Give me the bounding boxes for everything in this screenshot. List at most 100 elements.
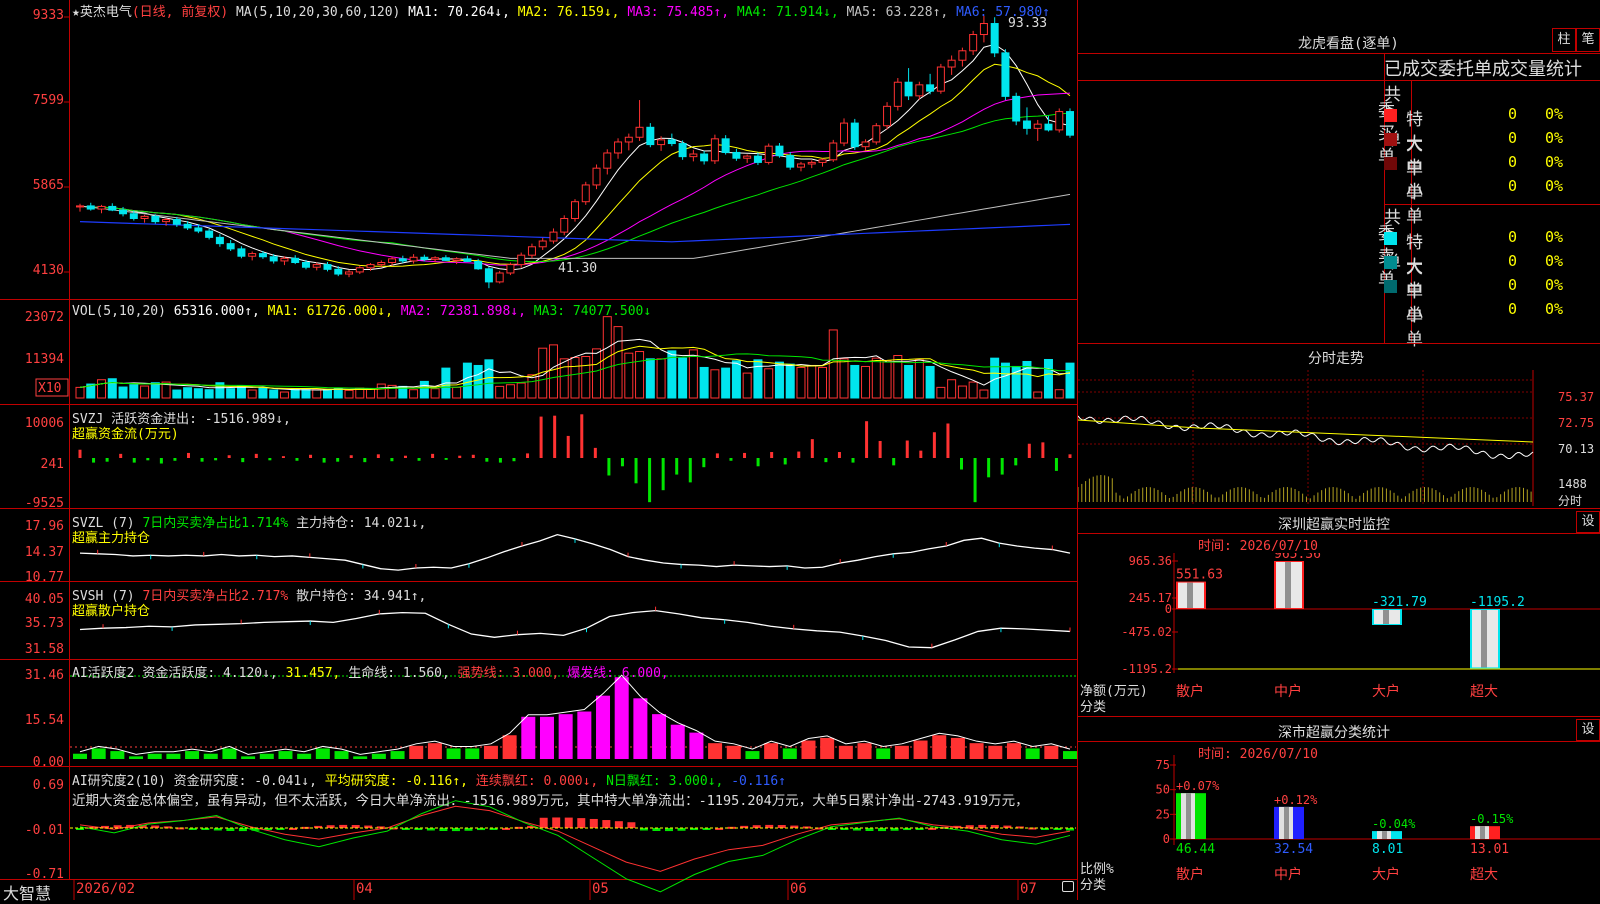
- svzj-bar: [973, 458, 977, 503]
- lhb-color-swatch: [1384, 157, 1397, 170]
- svzj-bar: [566, 435, 570, 458]
- price-indicator-header: MA(5,10,20,30,60,120) MA1: 70.264↓, MA2:…: [236, 5, 1050, 20]
- active-bar: [894, 745, 909, 759]
- svzj-bar: [281, 456, 285, 458]
- candle-body: [958, 50, 967, 61]
- volume-bar: [774, 361, 784, 399]
- lhb-row-pct: 0%: [1545, 252, 1564, 270]
- y-tick-label: 35.73: [24, 616, 64, 631]
- candle-body: [947, 59, 956, 68]
- active-bar: [932, 735, 947, 759]
- monitor-category-label: 散户: [1176, 683, 1204, 700]
- candlesticks: [76, 15, 1074, 289]
- candle-body: [560, 217, 569, 233]
- intraday-chart[interactable]: [1078, 370, 1600, 506]
- active-bar: [1063, 751, 1077, 759]
- lhb-color-swatch: [1384, 133, 1397, 146]
- candle-body: [1022, 120, 1031, 129]
- volume-bar: [247, 389, 257, 399]
- monitor-time: 时间: 2026/07/10: [1198, 539, 1318, 554]
- svzj-bar: [78, 449, 82, 458]
- active-bar: [371, 753, 386, 759]
- stock-name[interactable]: 英杰电气: [80, 5, 132, 20]
- monitor-y-tick: -1195.2: [1121, 662, 1172, 676]
- stock-period[interactable]: (日线, 前复权): [132, 5, 228, 20]
- candle-body: [904, 81, 913, 97]
- svzj-bar: [851, 458, 855, 463]
- y-tick-label: -0.01: [24, 823, 64, 838]
- lhb-row-pct: 0%: [1545, 153, 1564, 171]
- indicator-value: -0.116↑: [731, 774, 786, 789]
- x-tick-label: 04: [356, 881, 373, 897]
- active-bar: [222, 748, 237, 759]
- volume-bar: [721, 367, 731, 399]
- indicator-value: 连续飘红: 0.000↓,: [475, 774, 607, 789]
- monitor-bar-shade: [1285, 562, 1291, 608]
- volume-bar: [785, 363, 795, 399]
- kline-chart[interactable]: 93.33 41.30 X10: [0, 0, 1078, 900]
- ai-active-bars: [70, 674, 1077, 759]
- candle-body: [614, 141, 623, 154]
- svzj-bar: [322, 458, 326, 463]
- candle-body: [474, 260, 483, 270]
- candle-body: [743, 155, 752, 159]
- lhb-tick-button[interactable]: 笔: [1576, 28, 1600, 52]
- indicator-value: MA3: 74077.500↓: [533, 304, 652, 319]
- monitor-settings-button[interactable]: 设: [1576, 511, 1600, 533]
- candle-body: [441, 257, 450, 261]
- active-bar: [764, 743, 779, 759]
- volume-bar: [613, 326, 623, 399]
- svzj-bar: [580, 414, 584, 458]
- active-bar: [315, 748, 330, 759]
- classify-settings-button[interactable]: 设: [1576, 719, 1600, 741]
- candle-body: [861, 141, 870, 148]
- lhb-row-value: 0: [1508, 300, 1518, 318]
- indicator-value: MA6: 57.980↑: [956, 5, 1050, 20]
- lhb-color-swatch: [1384, 232, 1397, 245]
- y-tick-label: 15.54: [24, 713, 64, 728]
- lock-icon[interactable]: [1062, 881, 1074, 892]
- svzj-bar: [715, 453, 719, 458]
- active-bar: [596, 695, 611, 759]
- lhb-color-swatch: [1384, 280, 1397, 293]
- indicator-value: 资金活跃度: 4.120↓,: [142, 666, 286, 681]
- candle-body: [840, 122, 849, 144]
- indicator-value: MA(5,10,20,30,60,120): [235, 5, 409, 20]
- volume-bar: [269, 389, 279, 399]
- classify-y-tick: 75: [1156, 758, 1170, 772]
- indicator-value: 7日内买卖净占比2.717%: [142, 589, 297, 604]
- candle-body: [484, 268, 493, 283]
- lhb-row-name: 小单: [1406, 182, 1423, 227]
- volume-bar: [419, 380, 429, 399]
- candle-body: [796, 163, 805, 168]
- candle-body: [786, 155, 795, 168]
- active-bar: [820, 737, 835, 759]
- volume-bar: [947, 379, 957, 399]
- y-tick-label: 11394: [24, 352, 64, 367]
- classify-chart: 75 50 25 0 +0.07% 46.44 散户 +0.12% 32.54 中户 -0.04% 8…: [1156, 755, 1600, 883]
- volume-bar: [312, 389, 322, 399]
- volume-bar: [635, 351, 645, 399]
- lhb-bar-button[interactable]: 柱: [1552, 28, 1576, 52]
- svzj-bar: [349, 455, 353, 458]
- moving-average-lines: [79, 43, 1071, 271]
- candle-body: [398, 258, 407, 262]
- volume-bar: [118, 386, 128, 399]
- svzj-bar: [810, 439, 814, 458]
- candle-body: [323, 264, 332, 270]
- ma-line: [79, 221, 1071, 243]
- svzj-bar: [159, 458, 163, 464]
- svsh-subtitle: 超赢散户持仓: [72, 604, 151, 619]
- volume-bar: [258, 387, 268, 399]
- svzj-bar: [919, 450, 923, 458]
- intraday-price-line: [1078, 415, 1534, 460]
- indicator-value: MA4: 71.914↓,: [736, 5, 847, 20]
- candle-body: [807, 161, 816, 165]
- volume-bar: [871, 357, 881, 399]
- lhb-row-value: 0: [1508, 105, 1518, 123]
- active-bar: [950, 737, 965, 759]
- candle-body: [129, 213, 138, 219]
- monitor-xlabel: 分类: [1080, 700, 1107, 715]
- classify-category-label: 超大: [1470, 867, 1498, 883]
- candle-body: [527, 246, 536, 256]
